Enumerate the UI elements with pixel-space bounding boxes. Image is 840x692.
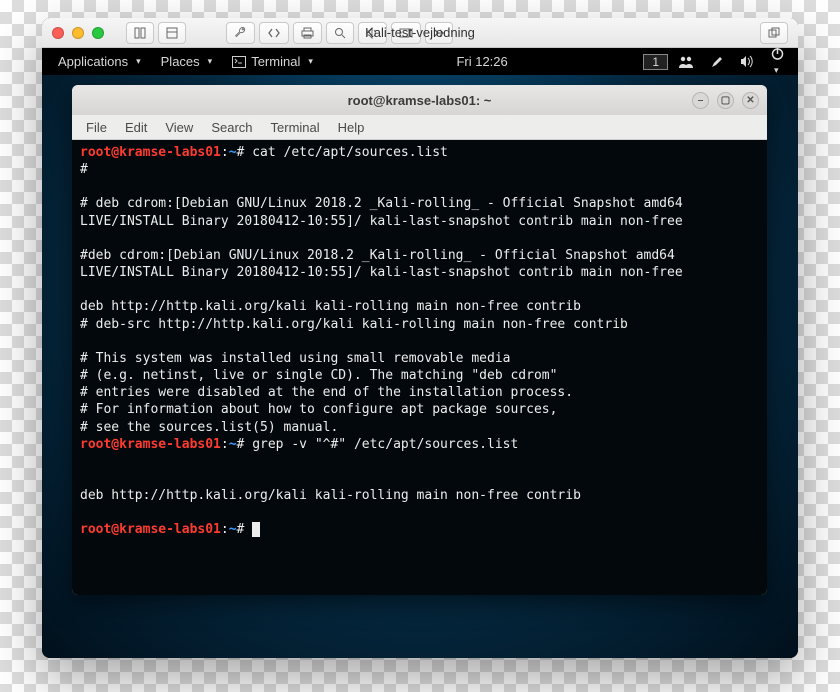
sound-icon[interactable]: [734, 52, 761, 71]
menu-search[interactable]: Search: [203, 117, 260, 138]
places-menu[interactable]: Places: [153, 51, 221, 72]
output-line: deb http://http.kali.org/kali kali-rolli…: [80, 488, 581, 503]
output-line: # see the sources.list(5) manual.: [80, 420, 338, 435]
workspace-indicator[interactable]: 1: [643, 54, 668, 70]
minimize-button[interactable]: [72, 27, 84, 39]
output-line: # For information about how to configure…: [80, 402, 557, 417]
menu-edit[interactable]: Edit: [117, 117, 155, 138]
zoom-button[interactable]: [92, 27, 104, 39]
terminal-icon: [232, 56, 246, 68]
close-icon[interactable]: ✕: [742, 92, 759, 109]
search-zoom-icon[interactable]: [326, 22, 354, 44]
menu-view[interactable]: View: [157, 117, 201, 138]
output-line: # (e.g. netinst, live or single CD). The…: [80, 368, 557, 383]
command-1: cat /etc/apt/sources.list: [252, 145, 448, 160]
users-icon[interactable]: [672, 52, 700, 71]
maximize-icon[interactable]: ▢: [717, 92, 734, 109]
code-icon[interactable]: [259, 22, 289, 44]
gnome-top-bar: Applications Places Terminal Fri 12:26 1: [42, 48, 798, 75]
printer-icon[interactable]: [293, 22, 322, 44]
traffic-lights: [52, 27, 104, 39]
menu-terminal[interactable]: Terminal: [263, 117, 328, 138]
menu-file[interactable]: File: [78, 117, 115, 138]
output-line: # entries were disabled at the end of th…: [80, 385, 573, 400]
terminal-window: root@kramse-labs01: ~ – ▢ ✕ File Edit Vi…: [72, 85, 767, 595]
clock[interactable]: Fri 12:26: [446, 51, 517, 72]
overflow-icon[interactable]: [425, 22, 453, 44]
command-2: grep -v "^#" /etc/apt/sources.list: [252, 437, 518, 452]
terminal-titlebar[interactable]: root@kramse-labs01: ~ – ▢ ✕: [72, 85, 767, 115]
panes-icon[interactable]: [126, 22, 154, 44]
output-line: #: [80, 162, 88, 177]
terminal-output[interactable]: root@kramse-labs01:~# cat /etc/apt/sourc…: [72, 140, 767, 595]
terminal-menubar: File Edit View Search Terminal Help: [72, 115, 767, 140]
menu-help[interactable]: Help: [330, 117, 373, 138]
cursor: [252, 522, 260, 537]
volume-icon[interactable]: [358, 22, 387, 44]
output-line: #deb cdrom:[Debian GNU/Linux 2018.2 _Kal…: [80, 248, 683, 280]
close-button[interactable]: [52, 27, 64, 39]
wrench-icon[interactable]: [226, 22, 255, 44]
gnome-desktop: root@kramse-labs01: ~ – ▢ ✕ File Edit Vi…: [42, 75, 798, 658]
prompt-user: root@kramse-labs01: [80, 145, 221, 160]
output-line: # deb cdrom:[Debian GNU/Linux 2018.2 _Ka…: [80, 196, 690, 228]
terminal-title: root@kramse-labs01: ~: [348, 93, 492, 108]
macos-titlebar: Kali-test-vejledning: [42, 18, 798, 48]
power-menu[interactable]: [765, 44, 790, 79]
layout-icon[interactable]: [158, 22, 186, 44]
minimize-icon[interactable]: –: [692, 92, 709, 109]
window-overlap-icon[interactable]: [760, 22, 788, 44]
camera-icon[interactable]: [391, 22, 421, 44]
brush-icon[interactable]: [704, 52, 730, 72]
output-line: # deb-src http://http.kali.org/kali kali…: [80, 317, 628, 332]
applications-menu[interactable]: Applications: [50, 51, 149, 72]
output-line: deb http://http.kali.org/kali kali-rolli…: [80, 299, 581, 314]
terminal-app-menu[interactable]: Terminal: [224, 51, 321, 72]
macos-vm-window: Kali-test-vejledning Applications Places…: [42, 18, 798, 658]
output-line: # This system was installed using small …: [80, 351, 510, 366]
